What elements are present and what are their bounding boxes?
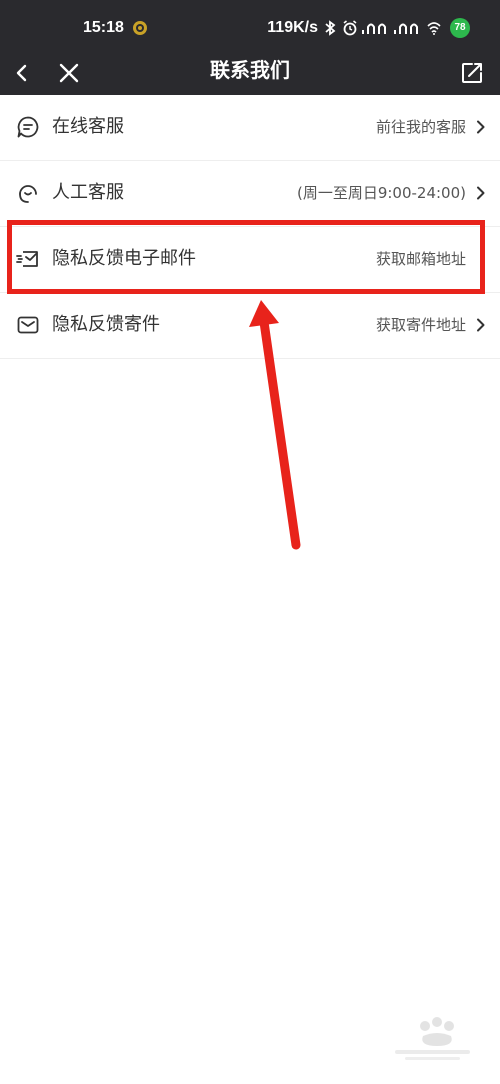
headset-icon xyxy=(19,185,37,203)
menu-item-privacy-mail[interactable]: 隐私反馈寄件 获取寄件地址 xyxy=(0,293,500,359)
share-icon xyxy=(462,63,482,83)
menu-item-privacy-email[interactable]: 隐私反馈电子邮件 获取邮箱地址 xyxy=(0,227,500,293)
status-time: 15:18 xyxy=(83,19,124,36)
back-button[interactable] xyxy=(6,57,38,89)
menu-item-label: 人工客服 xyxy=(52,182,124,203)
signal-icon xyxy=(362,23,386,34)
network-speed: 119K/s xyxy=(267,19,318,36)
menu-item-value: 获取寄件地址 xyxy=(375,316,466,334)
menu-item-online-service[interactable]: 在线客服 前往我的客服 xyxy=(0,95,500,161)
menu-item-value: (周一至周日9:00-24:00) xyxy=(296,184,466,202)
chevron-right-icon xyxy=(477,186,485,200)
mail-envelope-icon xyxy=(17,316,39,334)
chevron-left-icon xyxy=(16,64,27,82)
chat-icon xyxy=(17,116,39,138)
email-icon xyxy=(16,251,38,267)
menu-item-label: 在线客服 xyxy=(52,116,124,137)
chevron-right-icon xyxy=(477,318,485,332)
alarm-icon xyxy=(343,20,357,36)
share-button[interactable] xyxy=(456,57,488,89)
menu-item-label: 隐私反馈寄件 xyxy=(52,314,160,335)
contact-menu-list: 在线客服 前往我的客服 人工客服 (周一至周日9:00-24:00) 隐私反馈电… xyxy=(0,95,500,359)
menu-item-value: 获取邮箱地址 xyxy=(375,250,466,268)
menu-item-human-service[interactable]: 人工客服 (周一至周日9:00-24:00) xyxy=(0,161,500,227)
wifi-icon xyxy=(427,22,441,35)
status-bar: 15:18 119K/s 78 xyxy=(0,0,500,50)
status-indicators: 119K/s 78 xyxy=(267,18,470,38)
watermark-logo xyxy=(395,1017,470,1060)
menu-item-value: 前往我的客服 xyxy=(375,118,466,136)
app-notification-icon xyxy=(133,21,147,35)
nav-bar: 联系我们 xyxy=(0,50,500,95)
close-icon xyxy=(59,63,79,83)
signal-icon-2 xyxy=(394,23,418,34)
bluetooth-icon xyxy=(325,20,336,36)
menu-item-label: 隐私反馈电子邮件 xyxy=(52,248,196,269)
contact-us-screen: 15:18 119K/s 78 联系我们 在线客服 前往我的客服 人工客服 (周… xyxy=(0,0,500,1084)
close-button[interactable] xyxy=(53,57,85,89)
chevron-right-icon xyxy=(477,120,485,134)
battery-indicator: 78 xyxy=(450,18,470,38)
